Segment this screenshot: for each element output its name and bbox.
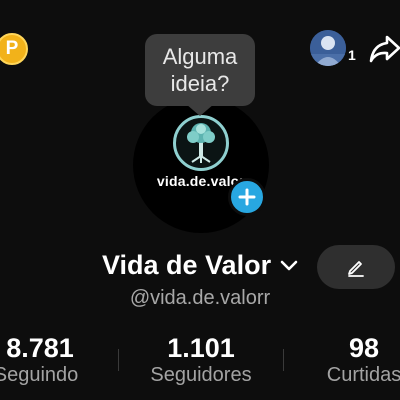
stat-following[interactable]: 8.781 Seguindo <box>0 333 82 387</box>
friends-count: 1 <box>348 47 356 63</box>
stat-likes[interactable]: 98 Curtidas <box>318 333 400 387</box>
plus-icon <box>238 188 256 206</box>
edit-profile-button[interactable] <box>317 245 395 289</box>
stat-value: 8.781 <box>6 333 74 363</box>
stat-divider <box>118 349 119 371</box>
tooltip-bubble: Alguma ideia? <box>145 34 255 106</box>
pencil-icon <box>348 261 364 277</box>
stat-followers[interactable]: 1.101 Seguidores <box>140 333 262 387</box>
stat-divider <box>283 349 284 371</box>
tree-logo-icon <box>173 115 229 171</box>
stat-value: 98 <box>348 333 380 363</box>
stat-label: Seguidores <box>150 364 252 386</box>
friends-avatar[interactable] <box>310 30 346 66</box>
share-icon[interactable] <box>368 33 400 65</box>
display-name[interactable]: Vida de Valor <box>102 250 271 281</box>
chevron-down-icon[interactable] <box>279 258 299 274</box>
stat-value: 1.101 <box>167 333 235 363</box>
add-story-button[interactable] <box>228 178 266 216</box>
stat-label: Curtidas <box>326 364 400 386</box>
stat-label: Seguindo <box>0 364 79 386</box>
tooltip-tail <box>186 104 214 116</box>
username: @vida.de.valorr <box>129 287 271 309</box>
coin-letter: P <box>5 38 19 59</box>
coin-icon[interactable]: P <box>0 33 28 65</box>
